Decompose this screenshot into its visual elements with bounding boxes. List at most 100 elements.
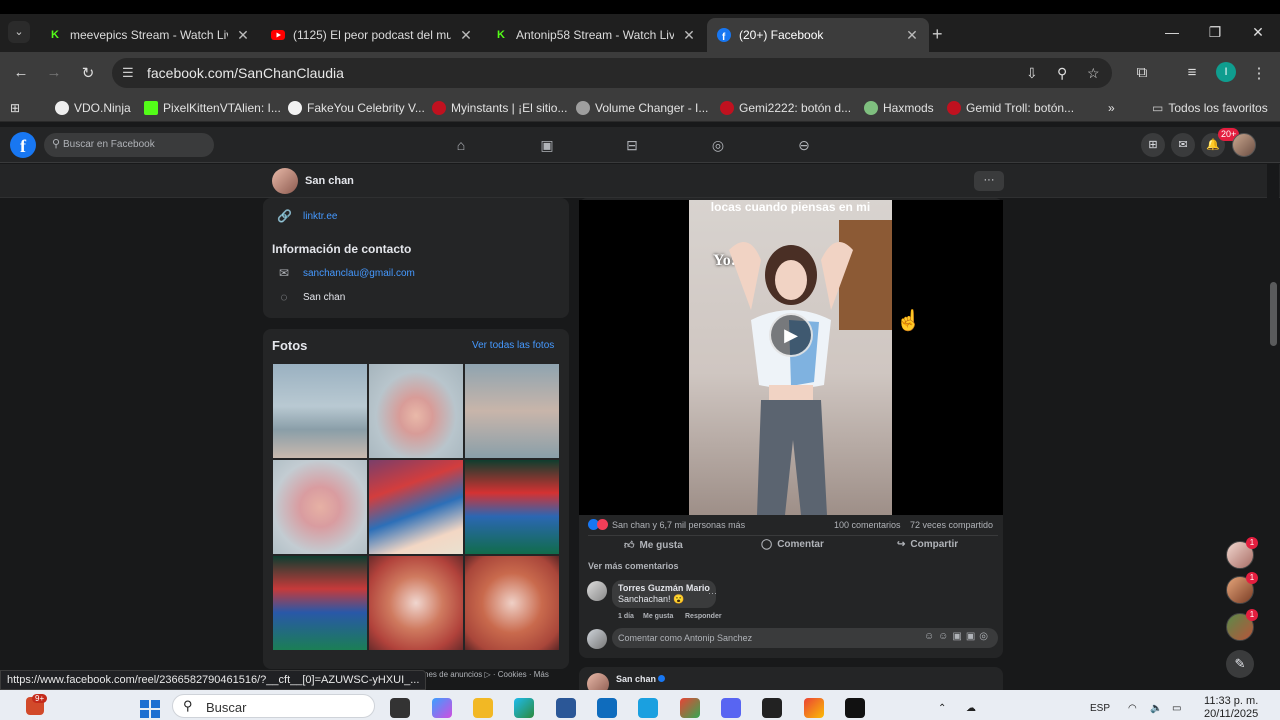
chrome-profile-icon[interactable] [804, 698, 824, 718]
comment-more-button[interactable]: ··· [708, 588, 717, 598]
chrome-icon[interactable] [680, 698, 700, 718]
photo-thumbnail[interactable] [465, 364, 559, 458]
photo-thumbnail[interactable] [369, 556, 463, 650]
video-icon[interactable]: ▣ [537, 135, 557, 155]
comment-tools-icons[interactable]: ☺☺▣▣◎ [924, 631, 992, 642]
bookmark-item[interactable]: Gemid Troll: botón... [947, 99, 1074, 117]
tab-search-button[interactable]: ⌄ [8, 21, 30, 43]
groups-icon[interactable]: ◎ [708, 135, 728, 155]
profile-name[interactable]: San chan [305, 175, 354, 187]
photo-thumbnail[interactable] [369, 460, 463, 554]
close-tab-icon[interactable]: ✕ [459, 27, 473, 44]
close-tab-icon[interactable]: ✕ [682, 27, 696, 44]
account-avatar[interactable] [1232, 133, 1256, 157]
scrollbar-thumb[interactable] [1270, 282, 1277, 346]
bookmark-item[interactable]: Volume Changer - I... [576, 99, 708, 117]
menu-grid-icon[interactable]: ⊞ [1141, 133, 1165, 157]
tiktok-icon[interactable] [845, 698, 865, 718]
see-all-photos-link[interactable]: Ver todas las fotos [472, 340, 554, 351]
avatar[interactable] [587, 581, 607, 601]
bookmark-item[interactable]: Gemi2222: botón d... [720, 99, 851, 117]
next-post-author[interactable]: San chan [616, 674, 656, 684]
tray-overflow-icon[interactable]: ⌃ [938, 703, 946, 714]
marketplace-icon[interactable]: ⊟ [622, 135, 642, 155]
comments-count[interactable]: 100 comentarios [834, 520, 901, 530]
minimize-icon[interactable]: — [1162, 24, 1182, 40]
forward-icon[interactable]: → [45, 64, 63, 81]
clock[interactable]: 11:33 p. m. 20/11/2025 [1204, 695, 1258, 720]
bookmark-item[interactable]: FakeYou Celebrity V... [288, 99, 425, 117]
install-app-icon[interactable]: ⇩ [1026, 65, 1038, 82]
messenger-name[interactable]: San chan [303, 292, 345, 303]
task-view-icon[interactable] [390, 698, 410, 718]
photo-thumbnail[interactable] [369, 364, 463, 458]
menu-icon[interactable]: ⋮ [1250, 64, 1268, 82]
bookmarks-overflow-icon[interactable]: » [1108, 99, 1115, 117]
share-button[interactable]: ↪ Compartir [897, 539, 958, 550]
url-text[interactable]: facebook.com/SanChanClaudia [147, 65, 344, 81]
home-icon[interactable]: ⌂ [451, 135, 471, 155]
start-icon[interactable] [140, 700, 160, 718]
language-indicator[interactable]: ESP [1090, 703, 1110, 714]
photo-thumbnail[interactable] [273, 364, 367, 458]
edge-icon[interactable] [514, 698, 534, 718]
discord-icon[interactable] [721, 698, 741, 718]
photo-thumbnail[interactable] [273, 460, 367, 554]
copilot-icon[interactable] [432, 698, 452, 718]
tab-1[interactable]: K meevepics Stream - Watch Live ✕ [38, 18, 260, 52]
bookmark-item[interactable]: Myinstants | ¡El sitio... [432, 99, 567, 117]
photo-thumbnail[interactable] [273, 556, 367, 650]
wifi-icon[interactable]: ◠ [1128, 703, 1137, 714]
comment-reply-button[interactable]: Responder [685, 613, 722, 620]
reload-icon[interactable]: ↻ [79, 64, 97, 82]
photo-thumbnail[interactable] [465, 556, 559, 650]
store-icon[interactable] [556, 698, 576, 718]
bookmark-item[interactable]: Haxmods [864, 99, 934, 117]
battery-icon[interactable]: ▭ [1172, 703, 1181, 714]
obs-icon[interactable] [762, 698, 782, 718]
site-info-icon[interactable]: ☰ [122, 65, 134, 81]
bookmark-star-icon[interactable]: ☆ [1087, 65, 1100, 82]
taskbar-search-input[interactable]: ⚲ Buscar [172, 694, 375, 718]
email-link[interactable]: sanchanclau@gmail.com [303, 268, 415, 279]
zoom-icon[interactable]: ⚲ [1057, 65, 1067, 82]
new-tab-icon[interactable]: + [932, 24, 943, 45]
more-options-button[interactable]: ··· [974, 171, 1004, 191]
apps-icon[interactable]: ⊞ [10, 99, 20, 117]
tab-4-active[interactable]: f (20+) Facebook ✕ [707, 18, 929, 52]
back-icon[interactable]: ← [12, 64, 30, 81]
close-tab-icon[interactable]: ✕ [236, 27, 250, 44]
tab-2[interactable]: (1125) El peor podcast del mun ✕ [261, 18, 483, 52]
comment-input[interactable]: Comentar como Antonip Sanchez ☺☺▣▣◎ [612, 628, 998, 648]
messenger-icon[interactable]: ✉ [1171, 133, 1195, 157]
browser-profile-avatar[interactable]: I [1216, 62, 1236, 82]
like-button[interactable]: 👍︎ Me gusta [624, 539, 683, 552]
omnibox[interactable]: ☰ facebook.com/SanChanClaudia ⇩ ⚲ ☆ [112, 58, 1112, 88]
tab-3[interactable]: K Antonip58 Stream - Watch Live ✕ [484, 18, 706, 52]
reactions-summary[interactable]: San chan y 6,7 mil personas más [588, 519, 745, 530]
footer-links[interactable]: nes de anuncios ▷ · Cookies · Más [424, 670, 549, 679]
shares-count[interactable]: 72 veces compartido [910, 520, 993, 530]
onedrive-icon[interactable]: ☁ [966, 703, 976, 714]
close-tab-icon[interactable]: ✕ [905, 27, 919, 44]
close-window-icon[interactable]: ✕ [1248, 24, 1268, 41]
linktree-link[interactable]: linktr.ee [303, 211, 337, 222]
comment-like-button[interactable]: Me gusta [643, 613, 673, 620]
play-button[interactable]: ▶ [769, 313, 813, 357]
bookmark-item[interactable]: VDO.Ninja [55, 99, 131, 117]
volume-icon[interactable]: 🔈 [1150, 703, 1162, 714]
restore-icon[interactable]: ❐ [1205, 24, 1225, 41]
file-explorer-icon[interactable] [473, 698, 493, 718]
facebook-logo-icon[interactable]: f [10, 132, 36, 158]
outlook-icon[interactable] [597, 698, 617, 718]
new-message-button[interactable]: ✎ [1226, 650, 1254, 678]
media-control-icon[interactable]: ≡ [1183, 64, 1201, 81]
bookmark-item[interactable]: PixelKittenVTAlien: I... [144, 99, 281, 117]
gaming-icon[interactable]: ⊖ [794, 135, 814, 155]
comment-author[interactable]: Torres Guzmán Mario [618, 583, 710, 594]
extensions-icon[interactable]: ⧉ [1133, 64, 1151, 81]
all-bookmarks[interactable]: ▭ Todos los favoritos [1152, 99, 1268, 117]
more-comments-link[interactable]: Ver más comentarios [588, 561, 679, 571]
comment-button[interactable]: ◯ Comentar [761, 539, 824, 550]
scrollbar-track[interactable] [1267, 164, 1279, 690]
